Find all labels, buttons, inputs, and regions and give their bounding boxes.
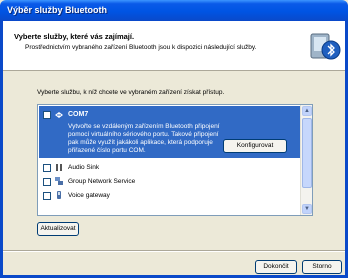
service-name: COM7 [68, 111, 89, 118]
service-item-audio-sink[interactable]: Audio Sink [39, 161, 300, 174]
header-title: Vyberte služby, které vás zajímají. [14, 32, 135, 41]
footer-divider [3, 250, 345, 252]
service-item-group-network[interactable]: Group Network Service [39, 175, 300, 188]
serial-port-icon [55, 112, 63, 118]
header-subtitle: Prostřednictvím vybraného zařízení Bluet… [25, 44, 257, 51]
scroll-thumb[interactable] [302, 118, 312, 188]
finish-button[interactable]: Dokončit [255, 260, 297, 274]
service-item-com7[interactable]: COM7 Vytvořte se vzdáleným zařízením Blu… [39, 106, 300, 158]
service-item-voice-gateway[interactable]: Voice gateway [39, 189, 300, 202]
scroll-up-icon[interactable]: ▲ [302, 106, 312, 116]
bluetooth-device-icon [310, 33, 341, 60]
cancel-button[interactable]: Storno [302, 260, 342, 274]
service-name: Group Network Service [68, 178, 136, 185]
service-description: Vytvořte se vzdáleným zařízením Bluetoot… [68, 123, 220, 154]
scroll-down-icon[interactable]: ▼ [302, 204, 312, 214]
title-bar[interactable]: Výběr služby Bluetooth [0, 0, 348, 21]
list-scrollbar[interactable]: ▲ ▼ [300, 105, 312, 215]
service-checkbox[interactable] [43, 178, 51, 186]
service-list[interactable]: COM7 Vytvořte se vzdáleným zařízením Blu… [37, 104, 313, 216]
configure-button[interactable]: Konfigurovat [223, 139, 287, 153]
intro-text: Vyberte službu, k níž chcete ve vybraném… [37, 89, 225, 96]
phone-icon [57, 191, 61, 199]
refresh-button[interactable]: Aktualizovat [37, 222, 79, 236]
wizard-header: Vyberte služby, které vás zajímají. Pros… [3, 21, 345, 71]
service-name: Audio Sink [68, 164, 100, 171]
service-checkbox[interactable] [43, 192, 51, 200]
service-checkbox[interactable] [43, 164, 51, 172]
service-checkbox[interactable] [43, 111, 51, 119]
window-title: Výběr služby Bluetooth [7, 5, 108, 15]
service-name: Voice gateway [68, 192, 110, 199]
network-icon [55, 177, 63, 185]
speaker-icon [56, 164, 62, 171]
